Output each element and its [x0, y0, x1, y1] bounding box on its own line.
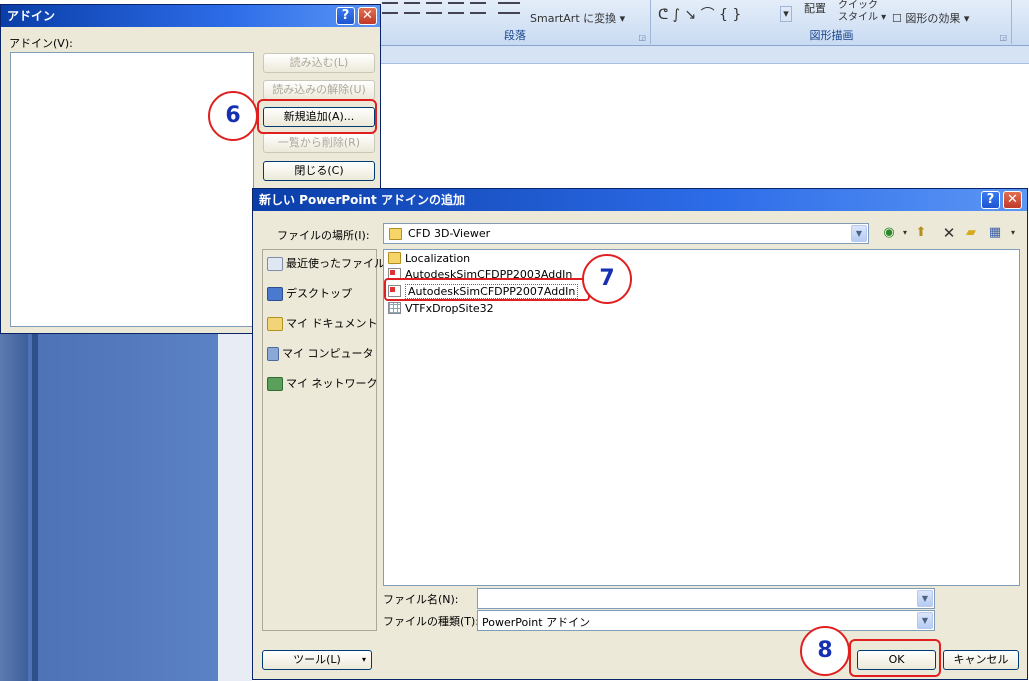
- file-item-localization[interactable]: Localization: [388, 251, 470, 267]
- slide-canvas[interactable]: [380, 64, 1029, 184]
- tools-button[interactable]: ツール(L) ▾: [262, 650, 372, 670]
- justify-icon[interactable]: [448, 2, 464, 14]
- filename-input[interactable]: ▼: [477, 588, 935, 609]
- unload-button[interactable]: 読み込みの解除(U): [263, 80, 375, 100]
- step-callout-8: 8: [800, 626, 850, 676]
- grid-file-icon: [388, 302, 401, 314]
- location-label: ファイルの場所(I):: [277, 229, 370, 242]
- my-documents-icon: [267, 317, 283, 331]
- align-left-icon[interactable]: [382, 2, 398, 14]
- quick-style-label-2: スタイル: [838, 12, 878, 23]
- file-dialog-titlebar[interactable]: 新しい PowerPoint アドインの追加 ? ✕: [253, 189, 1027, 211]
- places-bar: 最近使ったファイル デスクトップ マイ ドキュメント マイ コンピュータ マイ …: [262, 249, 385, 631]
- recent-files-icon: [267, 257, 283, 271]
- shapes-gallery[interactable]: ᕦ ∫ ↘ ⌒ { }: [658, 4, 741, 24]
- load-button[interactable]: 読み込む(L): [263, 53, 375, 73]
- location-combo[interactable]: CFD 3D-Viewer ▼: [383, 223, 869, 244]
- shape-effects-button[interactable]: ☐ 図形の効果 ▾: [892, 10, 969, 26]
- filetype-combo[interactable]: PowerPoint アドイン ▼: [477, 610, 935, 631]
- cancel-button[interactable]: キャンセル: [943, 650, 1019, 670]
- file-item-vtfx-dropsite[interactable]: VTFxDropSite32: [388, 301, 494, 317]
- ribbon-group-label-paragraph: 段落: [504, 29, 526, 42]
- slide-thumbnails-pane[interactable]: [28, 330, 218, 681]
- quick-style-button[interactable]: クイック スタイル ▾: [838, 0, 886, 24]
- folder-icon: [389, 228, 402, 240]
- place-my-network[interactable]: マイ ネットワーク: [267, 373, 378, 395]
- distribute-icon[interactable]: [470, 2, 486, 14]
- ribbon-group-paragraph: SmartArt に変換 ▾ 段落 ◲: [380, 0, 651, 44]
- file-name: Localization: [405, 252, 471, 265]
- place-recent-label: 最近使ったファイル: [286, 257, 385, 270]
- file-dialog-title: 新しい PowerPoint アドインの追加: [259, 193, 465, 207]
- back-icon[interactable]: ◉: [881, 225, 897, 241]
- pp2007-addin-highlight: [384, 278, 590, 301]
- new-folder-icon[interactable]: ▰: [963, 225, 979, 241]
- thumbnail-strip: [32, 330, 38, 681]
- place-desktop-label: デスクトップ: [286, 287, 352, 300]
- chevron-down-icon[interactable]: ▼: [917, 612, 933, 629]
- align-right-icon[interactable]: [426, 2, 442, 14]
- shape-effects-label: 図形の効果: [905, 12, 961, 25]
- filename-label: ファイル名(N):: [383, 593, 459, 606]
- place-my-documents[interactable]: マイ ドキュメント: [267, 313, 378, 335]
- my-network-icon: [267, 377, 283, 391]
- views-icon[interactable]: ▦: [987, 225, 1003, 241]
- quick-style-label-1: クイック: [838, 0, 878, 11]
- smartart-button[interactable]: SmartArt に変換 ▾: [530, 10, 625, 26]
- filetype-label: ファイルの種類(T):: [383, 615, 480, 628]
- location-value: CFD 3D-Viewer: [408, 227, 491, 240]
- ppt-left-edge: [0, 330, 28, 681]
- place-my-computer-label: マイ コンピュータ: [282, 347, 374, 360]
- filetype-value: PowerPoint アドイン: [482, 616, 591, 629]
- folder-icon: [388, 252, 401, 264]
- help-icon[interactable]: ?: [981, 191, 1000, 209]
- help-icon[interactable]: ?: [336, 7, 355, 25]
- ok-highlight: [849, 639, 941, 677]
- ppt-gray-area: [218, 330, 252, 681]
- ribbon-group-drawing: ᕦ ∫ ↘ ⌒ { } ▾ 配置 クイック スタイル ▾ ☐ 図形の効果 ▾ 図…: [652, 0, 1012, 44]
- close-icon[interactable]: ✕: [358, 7, 377, 25]
- up-folder-icon[interactable]: ⬆: [913, 225, 929, 241]
- file-name: VTFxDropSite32: [405, 302, 494, 315]
- add-addin-file-dialog: 新しい PowerPoint アドインの追加 ? ✕ ファイルの場所(I): C…: [252, 188, 1028, 680]
- arrange-button[interactable]: 配置: [804, 0, 826, 16]
- addin-dialog-title: アドイン: [7, 9, 56, 23]
- dialog-launcher-icon[interactable]: ◲: [999, 33, 1007, 42]
- smartart-label: SmartArt に変換: [530, 12, 617, 25]
- step-callout-7: 7: [582, 254, 632, 304]
- tools-label: ツール(L): [293, 653, 341, 666]
- place-my-documents-label: マイ ドキュメント: [286, 317, 378, 330]
- addin-list-label: アドイン(V):: [9, 37, 73, 50]
- gallery-more-icon[interactable]: ▾: [780, 6, 792, 22]
- place-my-computer[interactable]: マイ コンピュータ: [267, 343, 374, 365]
- ribbon-group-label-drawing: 図形描画: [809, 29, 854, 42]
- addin-dialog-titlebar[interactable]: アドイン ? ✕: [1, 5, 380, 27]
- columns-icon[interactable]: [498, 2, 520, 14]
- step-callout-6: 6: [208, 91, 258, 141]
- close-button[interactable]: 閉じる(C): [263, 161, 375, 181]
- arrange-label: 配置: [804, 2, 826, 15]
- delete-icon[interactable]: ✕: [941, 225, 957, 241]
- remove-from-list-button[interactable]: 一覧から削除(R): [263, 133, 375, 153]
- ribbon-bottom-bar: [380, 46, 1029, 64]
- chevron-down-icon[interactable]: ▼: [917, 590, 933, 607]
- chevron-down-icon: ▾: [361, 655, 366, 664]
- place-recent[interactable]: 最近使ったファイル: [267, 253, 385, 275]
- close-icon[interactable]: ✕: [1003, 191, 1022, 209]
- chevron-down-icon[interactable]: ▼: [851, 225, 867, 242]
- place-desktop[interactable]: デスクトップ: [267, 283, 352, 305]
- back-dropdown-icon[interactable]: ▾: [897, 225, 913, 241]
- place-my-network-label: マイ ネットワーク: [286, 377, 378, 390]
- views-dropdown-icon[interactable]: ▾: [1005, 225, 1021, 241]
- align-center-icon[interactable]: [404, 2, 420, 14]
- dialog-launcher-icon[interactable]: ◲: [638, 33, 646, 42]
- desktop-icon: [267, 287, 283, 301]
- ppt-ribbon: SmartArt に変換 ▾ 段落 ◲ ᕦ ∫ ↘ ⌒ { } ▾ 配置 クイッ…: [380, 0, 1029, 46]
- add-new-highlight: [257, 99, 377, 134]
- my-computer-icon: [267, 347, 279, 361]
- addin-listbox[interactable]: [10, 52, 254, 327]
